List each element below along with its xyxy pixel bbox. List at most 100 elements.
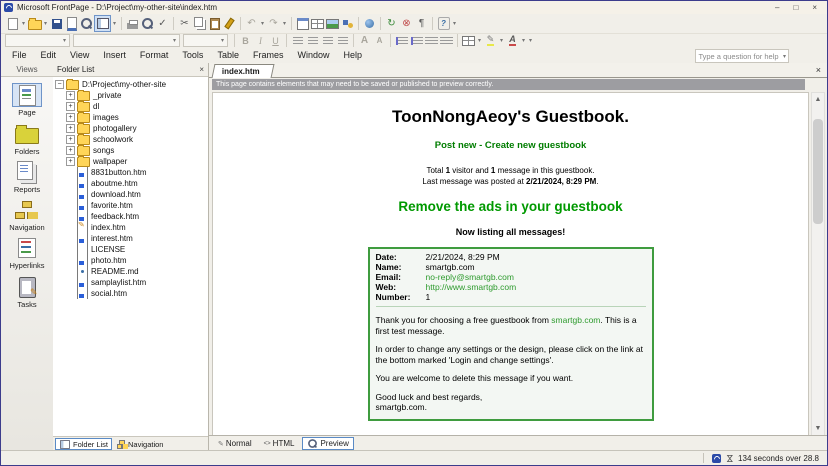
new-page-button[interactable] <box>5 16 20 31</box>
print-button[interactable] <box>125 16 140 31</box>
toggle-pane-button[interactable] <box>94 15 111 32</box>
tree-folder[interactable]: +schoolwork <box>55 134 207 145</box>
redo-dropdown[interactable]: ▾ <box>281 20 288 27</box>
message-email-link[interactable]: no-reply@smartgb.com <box>426 272 514 282</box>
close-button[interactable]: × <box>812 3 817 12</box>
style-select[interactable]: ▾ <box>5 34 70 47</box>
decrease-indent-button[interactable] <box>424 33 439 48</box>
align-justify-button[interactable] <box>335 33 350 48</box>
undo-dropdown[interactable]: ▾ <box>259 20 266 27</box>
align-left-button[interactable] <box>290 33 305 48</box>
decrease-font-button[interactable]: A <box>372 33 387 48</box>
font-select[interactable]: ▾ <box>73 34 180 47</box>
menu-edit[interactable]: Edit <box>34 48 64 63</box>
scrollbar-thumb[interactable] <box>813 119 823 224</box>
message-web-link[interactable]: http://www.smartgb.com <box>426 282 517 292</box>
menu-format[interactable]: Format <box>133 48 176 63</box>
expand-icon[interactable]: + <box>66 135 75 144</box>
tree-file[interactable]: social.htm <box>55 288 207 299</box>
toolbar-options-button[interactable]: ▾ <box>451 20 458 27</box>
expand-icon[interactable]: + <box>66 102 75 111</box>
print-preview-button[interactable] <box>140 16 155 31</box>
increase-indent-button[interactable] <box>439 33 454 48</box>
view-navigation[interactable]: Navigation <box>1 198 53 232</box>
redo-button[interactable]: ↷ <box>266 16 281 31</box>
view-tasks[interactable]: Tasks <box>1 275 53 309</box>
expand-icon[interactable]: + <box>66 113 75 122</box>
tree-folder[interactable]: +_private <box>55 90 207 101</box>
tree-file[interactable]: 8831button.htm <box>55 167 207 178</box>
tab-folder-list[interactable]: Folder List <box>55 438 112 450</box>
borders-button[interactable] <box>461 33 476 48</box>
tree-folder[interactable]: +songs <box>55 145 207 156</box>
tree-file[interactable]: favorite.htm <box>55 200 207 211</box>
tree-folder[interactable]: +images <box>55 112 207 123</box>
tree-file[interactable]: feedback.htm <box>55 211 207 222</box>
refresh-button[interactable]: ↻ <box>384 16 399 31</box>
underline-button[interactable]: U <box>268 33 283 48</box>
vertical-scrollbar[interactable]: ▲ ▼ <box>811 92 825 436</box>
publish-site-button[interactable] <box>64 16 79 31</box>
toggle-pane-dropdown[interactable]: ▾ <box>111 20 118 27</box>
menu-view[interactable]: View <box>63 48 96 63</box>
tree-file[interactable]: LICENSE <box>55 244 207 255</box>
search-button[interactable] <box>79 16 94 31</box>
drawing-button[interactable] <box>340 16 355 31</box>
spelling-button[interactable]: ✓ <box>155 16 170 31</box>
bullet-list-button[interactable] <box>409 33 424 48</box>
menu-window[interactable]: Window <box>290 48 336 63</box>
expand-icon[interactable]: + <box>66 91 75 100</box>
tab-preview[interactable]: Preview <box>302 437 353 450</box>
view-page[interactable]: Page <box>1 83 53 117</box>
smartgb-link[interactable]: smartgb.com <box>551 315 600 325</box>
tree-file[interactable]: README.md <box>55 266 207 277</box>
format-painter-button[interactable] <box>222 16 237 31</box>
help-button[interactable]: ? <box>436 16 451 31</box>
tree-file[interactable]: interest.htm <box>55 233 207 244</box>
scroll-up-icon[interactable]: ▲ <box>812 93 824 106</box>
menu-frames[interactable]: Frames <box>246 48 291 63</box>
menu-file[interactable]: File <box>5 48 34 63</box>
save-button[interactable] <box>49 16 64 31</box>
expand-icon[interactable]: + <box>66 157 75 166</box>
menu-help[interactable]: Help <box>336 48 369 63</box>
show-formatting-marks-button[interactable]: ¶ <box>414 16 429 31</box>
expand-icon[interactable]: + <box>66 146 75 155</box>
tree-file-open[interactable]: index.htm <box>55 222 207 233</box>
help-question-input[interactable]: Type a question for help ▾ <box>695 49 789 63</box>
tree-folder[interactable]: +wallpaper <box>55 156 207 167</box>
document-close-icon[interactable]: × <box>816 65 821 75</box>
borders-dropdown[interactable]: ▾ <box>476 37 483 44</box>
undo-button[interactable]: ↶ <box>244 16 259 31</box>
menu-tools[interactable]: Tools <box>175 48 210 63</box>
insert-picture-button[interactable] <box>325 16 340 31</box>
tree-file[interactable]: aboutme.htm <box>55 178 207 189</box>
open-button[interactable] <box>27 16 42 31</box>
scroll-down-icon[interactable]: ▼ <box>812 422 824 435</box>
highlight-dropdown[interactable]: ▾ <box>498 37 505 44</box>
bold-button[interactable]: B <box>238 33 253 48</box>
numbered-list-button[interactable] <box>394 33 409 48</box>
tab-normal[interactable]: ✎Normal <box>214 437 256 450</box>
minimize-button[interactable]: – <box>775 3 779 12</box>
web-component-button[interactable] <box>295 16 310 31</box>
view-reports[interactable]: Reports <box>1 160 53 194</box>
tree-file[interactable]: photo.htm <box>55 255 207 266</box>
menu-table[interactable]: Table <box>210 48 246 63</box>
italic-button[interactable]: I <box>253 33 268 48</box>
new-page-dropdown[interactable]: ▾ <box>20 20 27 27</box>
tree-folder[interactable]: +dl <box>55 101 207 112</box>
insert-table-button[interactable] <box>310 16 325 31</box>
open-dropdown[interactable]: ▾ <box>42 20 49 27</box>
view-hyperlinks[interactable]: Hyperlinks <box>1 236 53 270</box>
tree-root[interactable]: − D:\Project\my-other-site <box>55 79 207 90</box>
menu-insert[interactable]: Insert <box>96 48 133 63</box>
collapse-icon[interactable]: − <box>55 80 64 89</box>
font-color-dropdown[interactable]: ▾ <box>520 37 527 44</box>
post-new-link[interactable]: Post new <box>435 140 477 151</box>
align-right-button[interactable] <box>320 33 335 48</box>
tab-navigation[interactable]: Navigation <box>114 438 166 450</box>
expand-icon[interactable]: + <box>66 124 75 133</box>
tab-html[interactable]: <>HTML <box>260 437 299 450</box>
view-folders[interactable]: Folders <box>1 122 53 156</box>
